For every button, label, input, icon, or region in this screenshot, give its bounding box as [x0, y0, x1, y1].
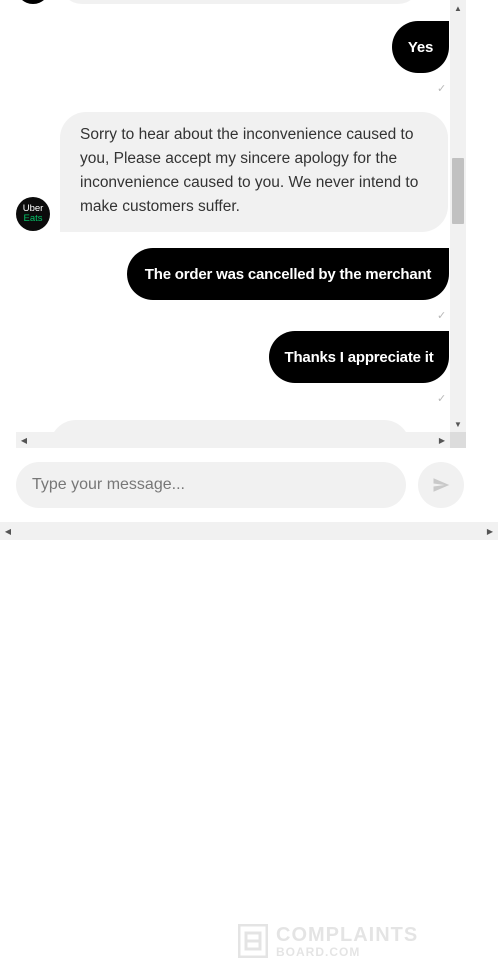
scroll-left-arrow-icon[interactable]: ◀ — [0, 522, 16, 540]
send-button[interactable] — [418, 462, 464, 508]
avatar-brand-line2: Eats — [23, 213, 43, 224]
scroll-left-arrow-icon[interactable]: ◀ — [16, 432, 32, 448]
user-message-bubble: The order was cancelled by the merchant — [127, 248, 449, 300]
horizontal-scrollbar[interactable]: ◀ ▶ — [16, 432, 450, 448]
scroll-down-arrow-icon[interactable]: ▼ — [450, 416, 466, 432]
chat-window: Yes ✓ Sorry to hear about the inconvenie… — [0, 0, 498, 958]
agent-message-text: Sorry to hear about the inconvenience ca… — [80, 126, 419, 215]
scrollbar-thumb[interactable] — [452, 158, 464, 224]
watermark: COMPLAINTS BOARD.COM — [238, 924, 417, 959]
watermark-text-line2: BOARD.COM — [276, 945, 361, 959]
agent-message-bubble-partial — [50, 420, 410, 432]
vertical-scrollbar[interactable]: ▲ ▼ — [450, 0, 466, 432]
user-message-text: Yes — [407, 38, 434, 56]
page-horizontal-scrollbar[interactable]: ◀ ▶ — [0, 522, 498, 540]
previous-agent-avatar — [16, 0, 50, 4]
check-icon: ✓ — [437, 393, 447, 405]
message-input[interactable] — [16, 462, 406, 508]
message-composer: COMPLAINTS BOARD.COM — [0, 448, 498, 958]
message-list[interactable]: Yes ✓ Sorry to hear about the inconvenie… — [0, 0, 450, 432]
user-message-text: The order was cancelled by the merchant — [144, 265, 432, 283]
watermark-text-line1: COMPLAINTS — [276, 924, 419, 946]
previous-agent-bubble — [60, 0, 420, 4]
scroll-right-arrow-icon[interactable]: ▶ — [482, 522, 498, 540]
avatar: Uber Eats — [16, 197, 50, 231]
send-icon — [433, 478, 450, 492]
user-message-bubble: Thanks I appreciate it — [269, 331, 449, 383]
scrollbar-corner — [450, 432, 466, 448]
agent-message-bubble: Sorry to hear about the inconvenience ca… — [60, 112, 448, 232]
user-message-bubble: Yes — [392, 21, 449, 73]
watermark-logo-icon — [238, 924, 268, 958]
scroll-up-arrow-icon[interactable]: ▲ — [450, 0, 466, 16]
scroll-right-arrow-icon[interactable]: ▶ — [434, 432, 450, 448]
check-icon: ✓ — [437, 83, 447, 95]
check-icon: ✓ — [437, 310, 447, 322]
user-message-text: Thanks I appreciate it — [284, 348, 434, 366]
